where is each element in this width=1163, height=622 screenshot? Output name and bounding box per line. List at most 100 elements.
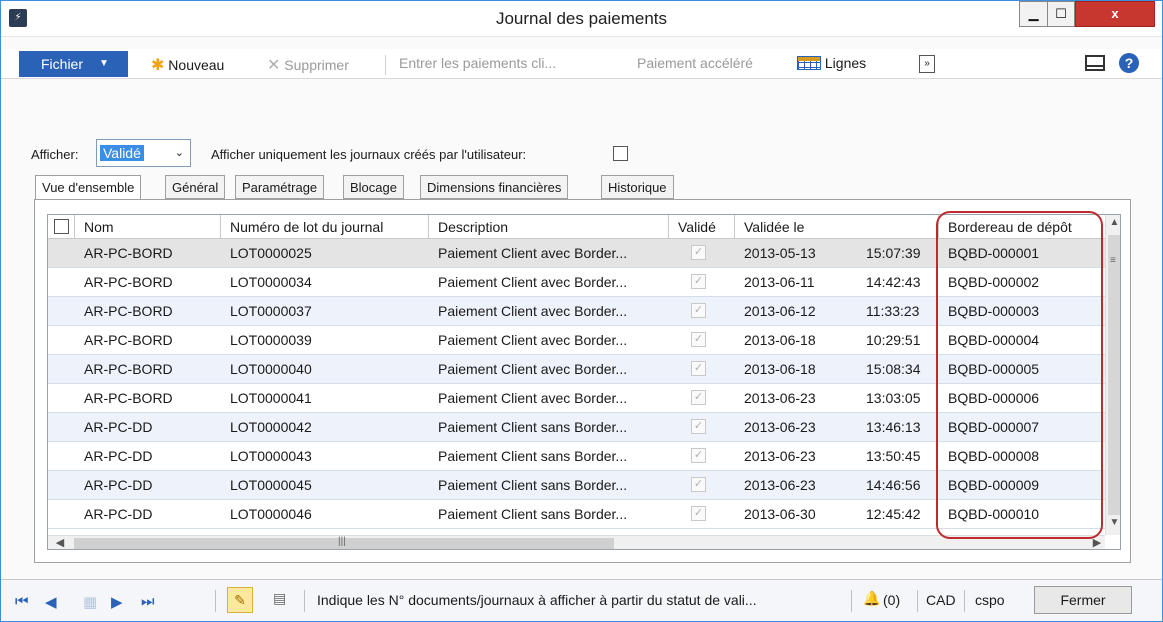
cell-posted-time: 13:46:13 — [866, 419, 921, 435]
currency-indicator[interactable]: CAD — [926, 592, 956, 608]
tab-overview[interactable]: Vue d'ensemble — [35, 175, 142, 200]
column-header-name[interactable]: Nom — [84, 219, 114, 235]
show-filter-label: Afficher: — [31, 147, 79, 162]
cell-batch-number: LOT0000037 — [230, 303, 312, 319]
deposit-slip-highlight — [936, 211, 1103, 539]
cell-posted-time: 15:07:39 — [866, 245, 921, 261]
cell-name: AR-PC-DD — [84, 477, 153, 493]
notification-bell-icon[interactable]: 🔔 — [863, 590, 880, 607]
column-divider — [428, 215, 429, 239]
posted-checkbox: ✓ — [691, 361, 706, 376]
first-record-icon[interactable]: ⏮ — [15, 593, 29, 610]
quick-payment-button[interactable]: Paiement accéléré — [637, 55, 753, 71]
cell-description: Paiement Client sans Border... — [438, 419, 628, 435]
only-user-journals-label: Afficher uniquement les journaux créés p… — [211, 147, 527, 162]
status-separator — [917, 590, 918, 612]
posted-checkbox: ✓ — [691, 448, 706, 463]
only-user-journals-checkbox[interactable] — [613, 146, 628, 161]
cell-batch-number: LOT0000039 — [230, 332, 312, 348]
notification-count[interactable]: (0) — [883, 592, 900, 608]
cell-description: Paiement Client avec Border... — [438, 274, 628, 290]
file-menu-label: Fichier — [41, 56, 84, 72]
lines-button[interactable]: Lignes — [797, 55, 866, 71]
help-icon[interactable]: ? — [1119, 53, 1139, 73]
last-record-icon[interactable]: ⏭ — [141, 593, 155, 610]
posted-checkbox: ✓ — [691, 419, 706, 434]
cell-description: Paiement Client avec Border... — [438, 332, 628, 348]
new-button[interactable]: ✱ Nouveau — [151, 55, 224, 75]
cell-batch-number: LOT0000046 — [230, 506, 312, 522]
cell-posted-time: 15:08:34 — [866, 361, 921, 377]
cell-description: Paiement Client sans Border... — [438, 477, 628, 493]
column-header-posted-on[interactable]: Validée le — [744, 219, 804, 235]
cell-posted-date: 2013-06-23 — [744, 419, 816, 435]
cell-posted-time: 14:42:43 — [866, 274, 921, 290]
cell-name: AR-PC-BORD — [84, 361, 173, 377]
cell-posted-date: 2013-06-18 — [744, 332, 816, 348]
cell-batch-number: LOT0000042 — [230, 419, 312, 435]
previous-record-icon[interactable]: ◀ — [45, 593, 57, 611]
cell-name: AR-PC-DD — [84, 448, 153, 464]
cell-posted-date: 2013-06-18 — [744, 361, 816, 377]
cell-posted-time: 12:45:42 — [866, 506, 921, 522]
title-bar: ⚡ Journal des paiements ▁ ☐ x — [1, 1, 1162, 37]
cell-posted-date: 2013-06-11 — [744, 274, 815, 290]
cell-description: Paiement Client sans Border... — [438, 448, 628, 464]
column-divider — [74, 215, 75, 239]
cell-description: Paiement Client avec Border... — [438, 390, 628, 406]
column-header-description[interactable]: Description — [438, 219, 508, 235]
vertical-scroll-thumb[interactable] — [1108, 235, 1120, 515]
column-header-posted[interactable]: Validé — [678, 219, 716, 235]
cell-posted-time: 13:03:05 — [866, 390, 921, 406]
status-separator — [215, 590, 216, 612]
cell-description: Paiement Client avec Border... — [438, 361, 628, 377]
cell-posted-time: 13:50:45 — [866, 448, 921, 464]
close-button[interactable]: Fermer — [1034, 586, 1132, 614]
enter-customer-payments-button[interactable]: Entrer les paiements cli... — [399, 55, 556, 71]
cell-name: AR-PC-BORD — [84, 303, 173, 319]
next-record-icon[interactable]: ▶ — [111, 593, 123, 611]
cell-name: AR-PC-BORD — [84, 274, 173, 290]
select-all-checkbox[interactable] — [54, 219, 69, 234]
file-menu-button[interactable]: Fichier ▼ — [19, 51, 128, 77]
column-header-batch-number[interactable]: Numéro de lot du journal — [230, 219, 383, 235]
tab-blocking[interactable]: Blocage — [343, 175, 404, 199]
cell-posted-date: 2013-06-23 — [744, 448, 816, 464]
show-filter-select[interactable]: Validé ⌄ — [96, 139, 191, 167]
scroll-up-icon[interactable]: ▲ — [1106, 217, 1120, 233]
cell-posted-date: 2013-06-12 — [744, 303, 816, 319]
delete-button[interactable]: ✕ Supprimer — [267, 55, 349, 75]
status-separator — [851, 590, 852, 612]
company-indicator[interactable]: cspo — [975, 592, 1005, 608]
tab-history[interactable]: Historique — [601, 175, 674, 199]
cell-batch-number: LOT0000025 — [230, 245, 312, 261]
action-toolbar: Fichier ▼ ✱ Nouveau ✕ Supprimer Entrer l… — [1, 49, 1162, 79]
attachment-icon[interactable]: ▤ — [273, 590, 286, 607]
edit-mode-button[interactable]: ✎ — [227, 587, 253, 613]
scroll-down-icon[interactable]: ▼ — [1106, 517, 1120, 533]
cell-description: Paiement Client avec Border... — [438, 245, 628, 261]
maximize-button[interactable]: ☐ — [1047, 1, 1075, 27]
minimize-button[interactable]: ▁ — [1019, 1, 1047, 27]
posted-checkbox: ✓ — [691, 332, 706, 347]
tab-setup[interactable]: Paramétrage — [235, 175, 325, 199]
column-divider — [220, 215, 221, 239]
scroll-left-icon[interactable]: ◀ — [52, 536, 68, 549]
app-window: ⚡ Journal des paiements ▁ ☐ x Fichier ▼ … — [0, 0, 1163, 622]
cell-posted-time: 14:46:56 — [866, 477, 921, 493]
show-filter-value: Validé — [100, 145, 144, 161]
cell-batch-number: LOT0000041 — [230, 390, 312, 406]
record-list-icon[interactable]: ▦ — [83, 593, 97, 611]
vertical-scrollbar[interactable]: ▲ ≡ ▼ — [1105, 215, 1120, 535]
close-window-button[interactable]: x — [1075, 1, 1155, 27]
cell-posted-date: 2013-06-23 — [744, 477, 816, 493]
factbox-panel-icon[interactable] — [1085, 55, 1105, 71]
status-separator — [304, 590, 305, 612]
tab-financial-dimensions[interactable]: Dimensions financières — [420, 175, 569, 199]
more-actions-button[interactable]: » — [919, 55, 935, 73]
posted-checkbox: ✓ — [691, 477, 706, 492]
posted-checkbox: ✓ — [691, 390, 706, 405]
new-star-icon: ✱ — [151, 57, 165, 74]
cell-name: AR-PC-BORD — [84, 332, 173, 348]
tab-general[interactable]: Général — [165, 175, 226, 199]
